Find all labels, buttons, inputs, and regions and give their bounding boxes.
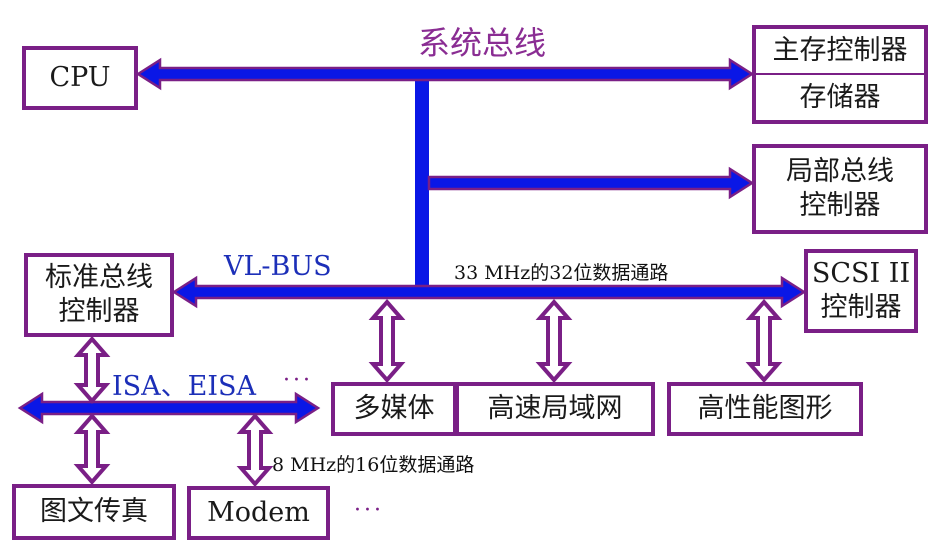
vl-bus-label: VL-BUS [224,251,332,282]
standard-bus-controller-line1: 标准总线 [45,262,153,293]
scsi-controller-line2: 控制器 [820,292,902,323]
isa-bus-label: ISA、EISA [112,371,257,402]
isa-ellipsis: ··· [283,368,313,393]
bus-architecture-diagram: 系统总线 CPU 主存控制器 存储器 局部总线 控制器 标准总线 控制器 SCS… [0,0,946,551]
more-devices-ellipsis: ··· [354,498,384,523]
local-bus-arrow [427,166,755,200]
standard-bus-controller-box: 标准总线 控制器 [24,253,174,337]
vl-bus-spec-label: 33 MHz的32位数据通路 [454,262,669,284]
system-bus-arrow [135,57,755,91]
system-bus-trunk [415,74,429,292]
cpu-label: CPU [49,62,111,93]
scsi-controller-box: SCSI II 控制器 [804,249,918,333]
system-bus-title: 系统总线 [418,24,547,62]
high-perf-graphics-box: 高性能图形 [667,382,863,436]
memory-box: 存储器 [752,73,928,124]
modem-connector-arrow [236,412,274,488]
fax-box: 图文传真 [12,484,176,540]
local-bus-controller-box: 局部总线 控制器 [752,144,928,234]
lan-connector-arrow [535,298,573,384]
high-speed-lan-box: 高速局域网 [455,382,655,436]
multimedia-box: 多媒体 [331,382,457,436]
modem-label: Modem [207,497,310,528]
high-perf-graphics-label: 高性能图形 [697,393,833,424]
multimedia-connector-arrow [368,298,406,384]
graphics-connector-arrow [745,298,783,384]
scsi-controller-line1: SCSI II [811,258,911,289]
high-speed-lan-label: 高速局域网 [487,393,623,424]
memory-label: 存储器 [799,81,881,113]
local-bus-controller-line2: 控制器 [799,190,881,221]
fax-connector-arrow [73,412,111,486]
multimedia-label: 多媒体 [353,393,435,424]
fax-label: 图文传真 [40,496,148,527]
standard-bus-controller-line2: 控制器 [58,296,140,327]
standard-bus-connector-arrow [73,335,111,405]
cpu-box: CPU [22,46,138,110]
main-memory-controller-label: 主存控制器 [772,35,908,66]
isa-bus-spec-label: 8 MHz的16位数据通路 [272,454,475,476]
local-bus-controller-line1: 局部总线 [786,156,894,187]
modem-box: Modem [187,486,330,540]
main-memory-controller-box: 主存控制器 [752,25,928,75]
